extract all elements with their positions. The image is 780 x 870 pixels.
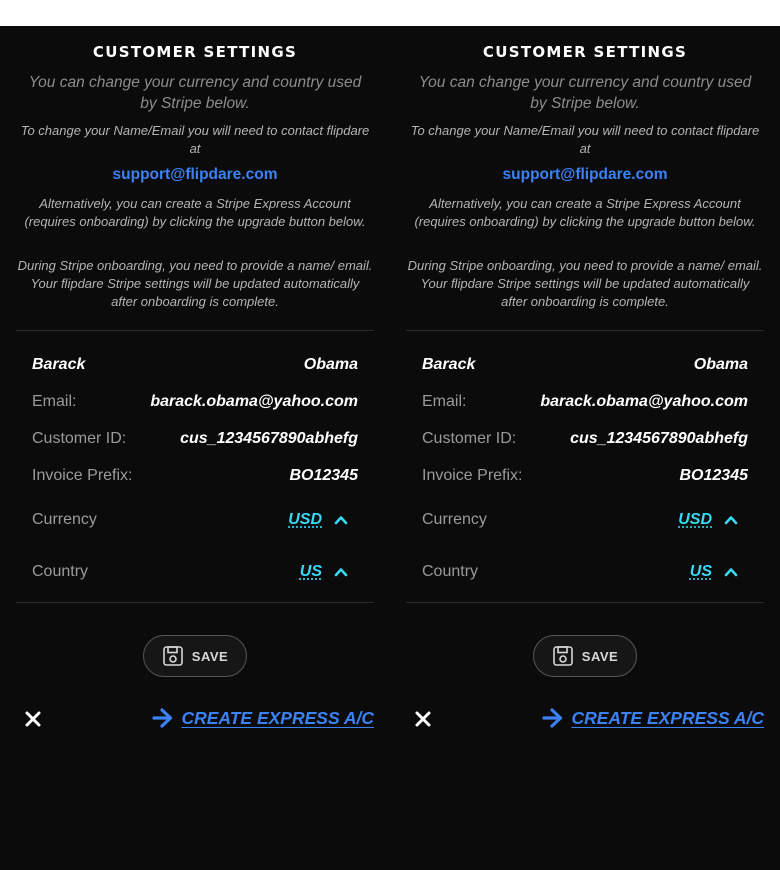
create-express-button[interactable]: CREATE EXPRESS A/C [541, 706, 764, 730]
customer-settings-stage: CUSTOMER SETTINGS You can change your cu… [0, 26, 780, 870]
currency-row: Currency USD [422, 508, 748, 532]
email-value: barack.obama@yahoo.com [150, 393, 358, 410]
customer-id-value: cus_1234567890abhefg [180, 430, 358, 447]
contact-note: To change your Name/Email you will need … [20, 123, 370, 156]
express-note: Alternatively, you can create a Stripe E… [24, 196, 366, 229]
chevron-up-icon [334, 516, 348, 525]
country-label: Country [32, 563, 89, 580]
email-label: Email: [32, 393, 77, 410]
currency-label: Currency [422, 511, 487, 528]
name-row: Barack Obama [422, 353, 748, 377]
invoice-prefix-label: Invoice Prefix: [422, 467, 523, 484]
onboarding-note: During Stripe onboarding, you need to pr… [407, 258, 763, 309]
arrow-right-icon [542, 708, 563, 728]
first-name: Barack [422, 356, 476, 373]
customer-settings-panel-right: CUSTOMER SETTINGS You can change your cu… [406, 26, 764, 870]
first-name: Barack [32, 356, 86, 373]
chevron-up-icon [334, 568, 348, 577]
save-label: SAVE [581, 648, 619, 664]
currency-select[interactable]: USD [288, 508, 348, 532]
currency-select[interactable]: USD [678, 508, 738, 532]
onboarding-note: During Stripe onboarding, you need to pr… [17, 258, 373, 309]
floppy-disk-icon [552, 646, 573, 666]
page-title: CUSTOMER SETTINGS [482, 43, 688, 61]
create-express-label: CREATE EXPRESS A/C [571, 707, 764, 728]
name-row: Barack Obama [32, 353, 358, 377]
save-label: SAVE [191, 648, 229, 664]
divider [16, 602, 374, 603]
customer-id-label: Customer ID: [32, 430, 127, 447]
chevron-up-icon [724, 516, 738, 525]
customer-id-value: cus_1234567890abhefg [570, 430, 748, 447]
country-value: US [299, 563, 322, 580]
page-title: CUSTOMER SETTINGS [92, 43, 298, 61]
create-express-label: CREATE EXPRESS A/C [181, 707, 374, 728]
close-icon[interactable] [414, 710, 432, 728]
subtitle: You can change your currency and country… [28, 74, 362, 112]
email-row: Email: barack.obama@yahoo.com [422, 390, 748, 414]
contact-note: To change your Name/Email you will need … [410, 123, 760, 156]
invoice-prefix-row: Invoice Prefix: BO12345 [32, 464, 358, 488]
divider [406, 602, 764, 603]
country-value: US [689, 563, 712, 580]
last-name: Obama [303, 356, 358, 373]
express-note: Alternatively, you can create a Stripe E… [414, 196, 756, 229]
divider [16, 330, 374, 331]
support-email-link[interactable]: support@flipdare.com [406, 166, 764, 184]
close-icon[interactable] [24, 710, 42, 728]
currency-label: Currency [32, 511, 97, 528]
country-select[interactable]: US [690, 560, 738, 584]
support-email-link[interactable]: support@flipdare.com [16, 166, 374, 184]
save-button[interactable]: SAVE [533, 635, 637, 677]
customer-settings-panel-left: CUSTOMER SETTINGS You can change your cu… [16, 26, 374, 870]
country-select[interactable]: US [300, 560, 348, 584]
customer-id-row: Customer ID: cus_1234567890abhefg [422, 427, 748, 451]
floppy-disk-icon [162, 646, 183, 666]
invoice-prefix-value: BO12345 [289, 467, 359, 484]
save-button[interactable]: SAVE [143, 635, 247, 677]
currency-value: USD [288, 511, 322, 528]
customer-id-row: Customer ID: cus_1234567890abhefg [32, 427, 358, 451]
currency-value: USD [678, 511, 712, 528]
customer-id-label: Customer ID: [422, 430, 517, 447]
subtitle: You can change your currency and country… [418, 74, 752, 112]
country-label: Country [422, 563, 479, 580]
email-label: Email: [422, 393, 467, 410]
invoice-prefix-value: BO12345 [679, 467, 749, 484]
country-row: Country US [32, 560, 358, 584]
invoice-prefix-label: Invoice Prefix: [32, 467, 133, 484]
last-name: Obama [693, 356, 748, 373]
email-value: barack.obama@yahoo.com [540, 393, 748, 410]
invoice-prefix-row: Invoice Prefix: BO12345 [422, 464, 748, 488]
email-row: Email: barack.obama@yahoo.com [32, 390, 358, 414]
chevron-up-icon [724, 568, 738, 577]
arrow-right-icon [152, 708, 173, 728]
currency-row: Currency USD [32, 508, 358, 532]
country-row: Country US [422, 560, 748, 584]
divider [406, 330, 764, 331]
create-express-button[interactable]: CREATE EXPRESS A/C [151, 706, 374, 730]
